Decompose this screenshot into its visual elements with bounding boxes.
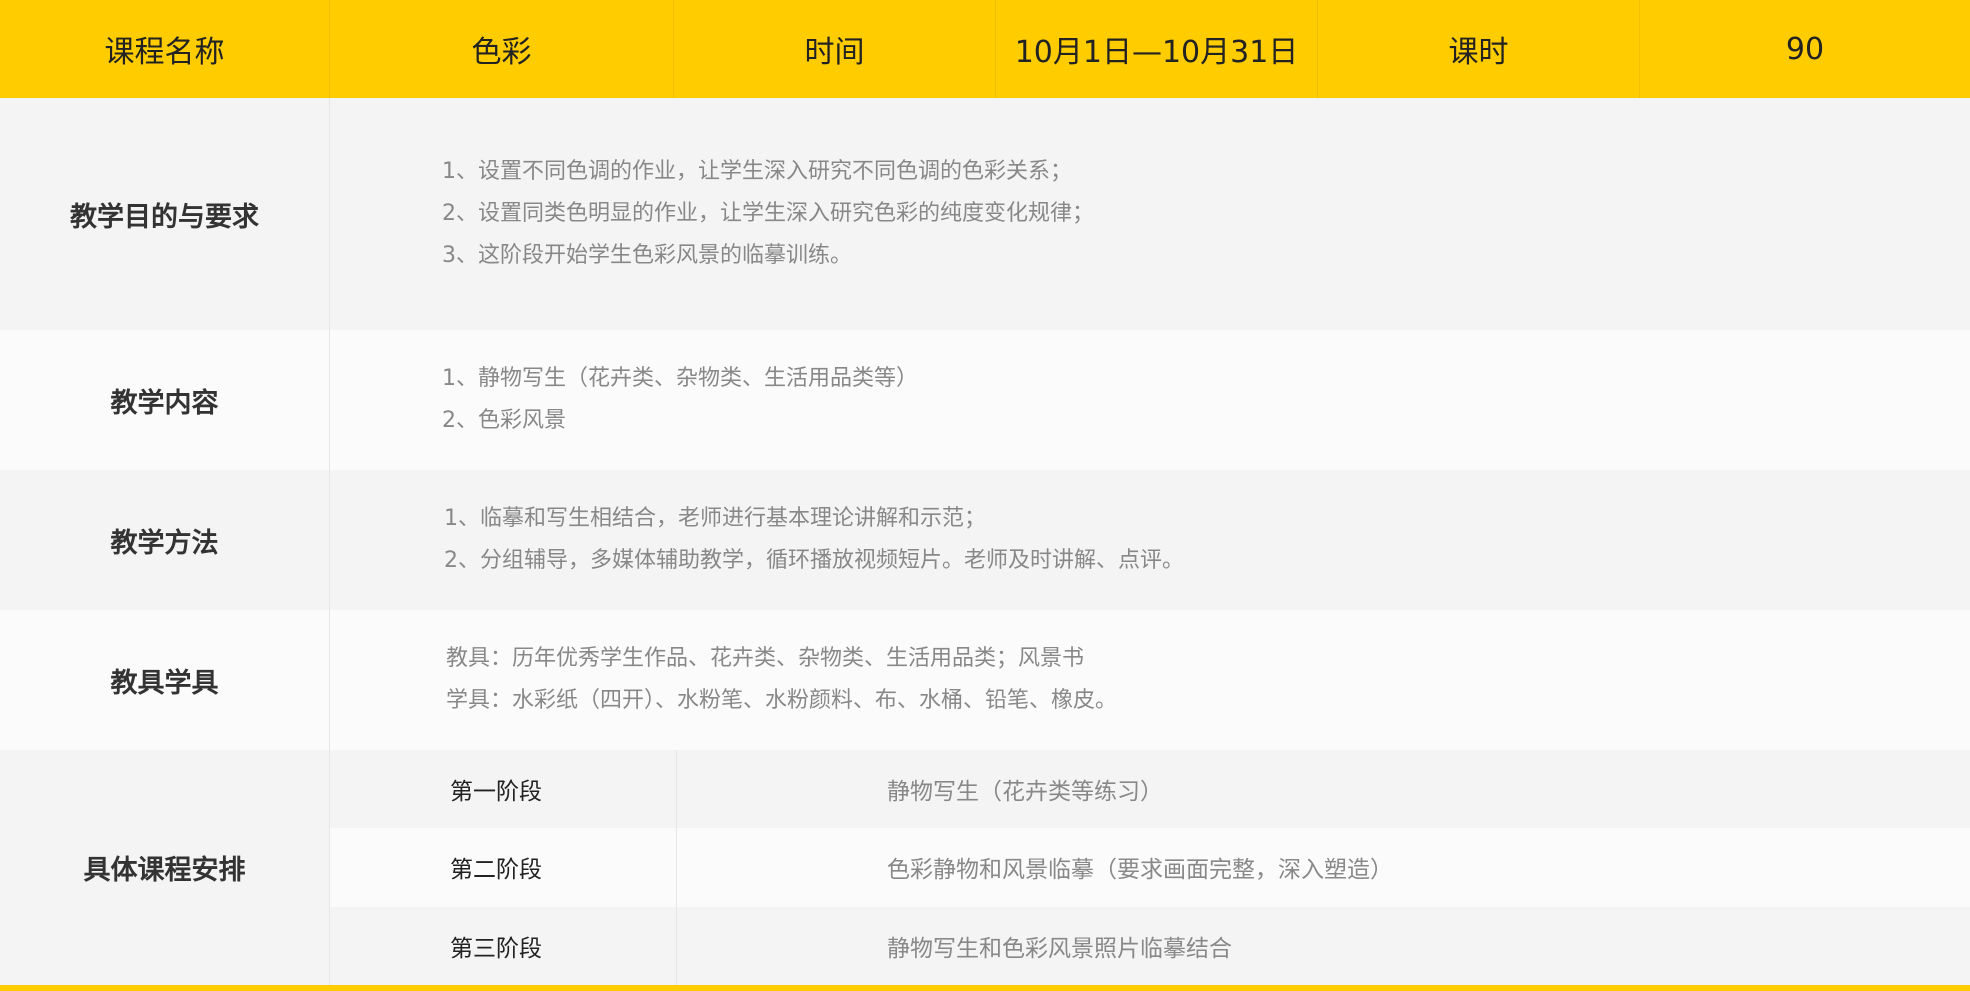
- stage-name: 第二阶段: [330, 828, 677, 907]
- schedule-row: 具体课程安排 第一阶段 静物写生（花卉类等练习） 第二阶段 色彩静物和风景临摹（…: [0, 750, 1970, 985]
- stage-description: 静物写生（花卉类等练习）: [887, 779, 1163, 806]
- header-time-label: 时间: [674, 0, 996, 98]
- objectives-line: 2、设置同类色明显的作业，让学生深入研究色彩的纯度变化规律；: [442, 201, 1094, 226]
- schedule-stage-row: 第一阶段 静物写生（花卉类等练习）: [330, 750, 1970, 829]
- method-line: 2、分组辅导，多媒体辅助教学，循环播放视频短片。老师及时讲解、点评。: [444, 548, 1184, 573]
- content-row: 教学内容 1、静物写生（花卉类、杂物类、生活用品类等） 2、色彩风景: [0, 330, 1970, 470]
- objectives-line: 1、设置不同色调的作业，让学生深入研究不同色调的色彩关系；: [442, 159, 1072, 184]
- content-line: 2、色彩风景: [442, 408, 566, 433]
- tools-line: 教具：历年优秀学生作品、花卉类、杂物类、生活用品类；风景书: [446, 646, 1085, 671]
- content-content: 1、静物写生（花卉类、杂物类、生活用品类等） 2、色彩风景: [330, 330, 1970, 470]
- objectives-label: 教学目的与要求: [0, 98, 330, 330]
- header-course-name-value: 色彩: [330, 0, 674, 98]
- tools-label: 教具学具: [0, 610, 330, 750]
- method-row: 教学方法 1、临摹和写生相结合，老师进行基本理论讲解和示范； 2、分组辅导，多媒…: [0, 470, 1970, 610]
- schedule-label: 具体课程安排: [0, 750, 330, 985]
- schedule-stage-row: 第二阶段 色彩静物和风景临摹（要求画面完整，深入塑造）: [330, 828, 1970, 907]
- content-label: 教学内容: [0, 330, 330, 470]
- objectives-row: 教学目的与要求 1、设置不同色调的作业，让学生深入研究不同色调的色彩关系； 2、…: [0, 98, 1970, 330]
- table-header-row: 课程名称 色彩 时间 10月1日—10月31日 课时 90: [0, 0, 1970, 98]
- method-label: 教学方法: [0, 470, 330, 610]
- header-course-name-label: 课程名称: [0, 0, 330, 98]
- header-hours-label: 课时: [1318, 0, 1640, 98]
- stage-name: 第一阶段: [330, 750, 677, 829]
- tools-line: 学具：水彩纸（四开）、水粉笔、水粉颜料、布、水桶、铅笔、橡皮。: [446, 688, 1118, 713]
- tools-row: 教具学具 教具：历年优秀学生作品、花卉类、杂物类、生活用品类；风景书 学具：水彩…: [0, 610, 1970, 750]
- stage-description: 色彩静物和风景临摹（要求画面完整，深入塑造）: [887, 857, 1393, 884]
- objectives-line: 3、这阶段开始学生色彩风景的临摹训练。: [442, 243, 852, 268]
- method-line: 1、临摹和写生相结合，老师进行基本理论讲解和示范；: [444, 506, 986, 531]
- schedule-stages: 第一阶段 静物写生（花卉类等练习） 第二阶段 色彩静物和风景临摹（要求画面完整，…: [330, 750, 1970, 985]
- stage-name: 第三阶段: [330, 906, 677, 985]
- tools-content: 教具：历年优秀学生作品、花卉类、杂物类、生活用品类；风景书 学具：水彩纸（四开）…: [330, 610, 1970, 750]
- objectives-content: 1、设置不同色调的作业，让学生深入研究不同色调的色彩关系； 2、设置同类色明显的…: [330, 98, 1970, 330]
- stage-description: 静物写生和色彩风景照片临摹结合: [887, 935, 1232, 962]
- header-time-value: 10月1日—10月31日: [996, 0, 1318, 98]
- header-hours-value: 90: [1785, 31, 1825, 67]
- schedule-stage-row: 第三阶段 静物写生和色彩风景照片临摹结合: [330, 906, 1970, 985]
- bottom-accent-bar: [0, 985, 1970, 991]
- method-content: 1、临摹和写生相结合，老师进行基本理论讲解和示范； 2、分组辅导，多媒体辅助教学…: [330, 470, 1970, 610]
- content-line: 1、静物写生（花卉类、杂物类、生活用品类等）: [442, 366, 918, 391]
